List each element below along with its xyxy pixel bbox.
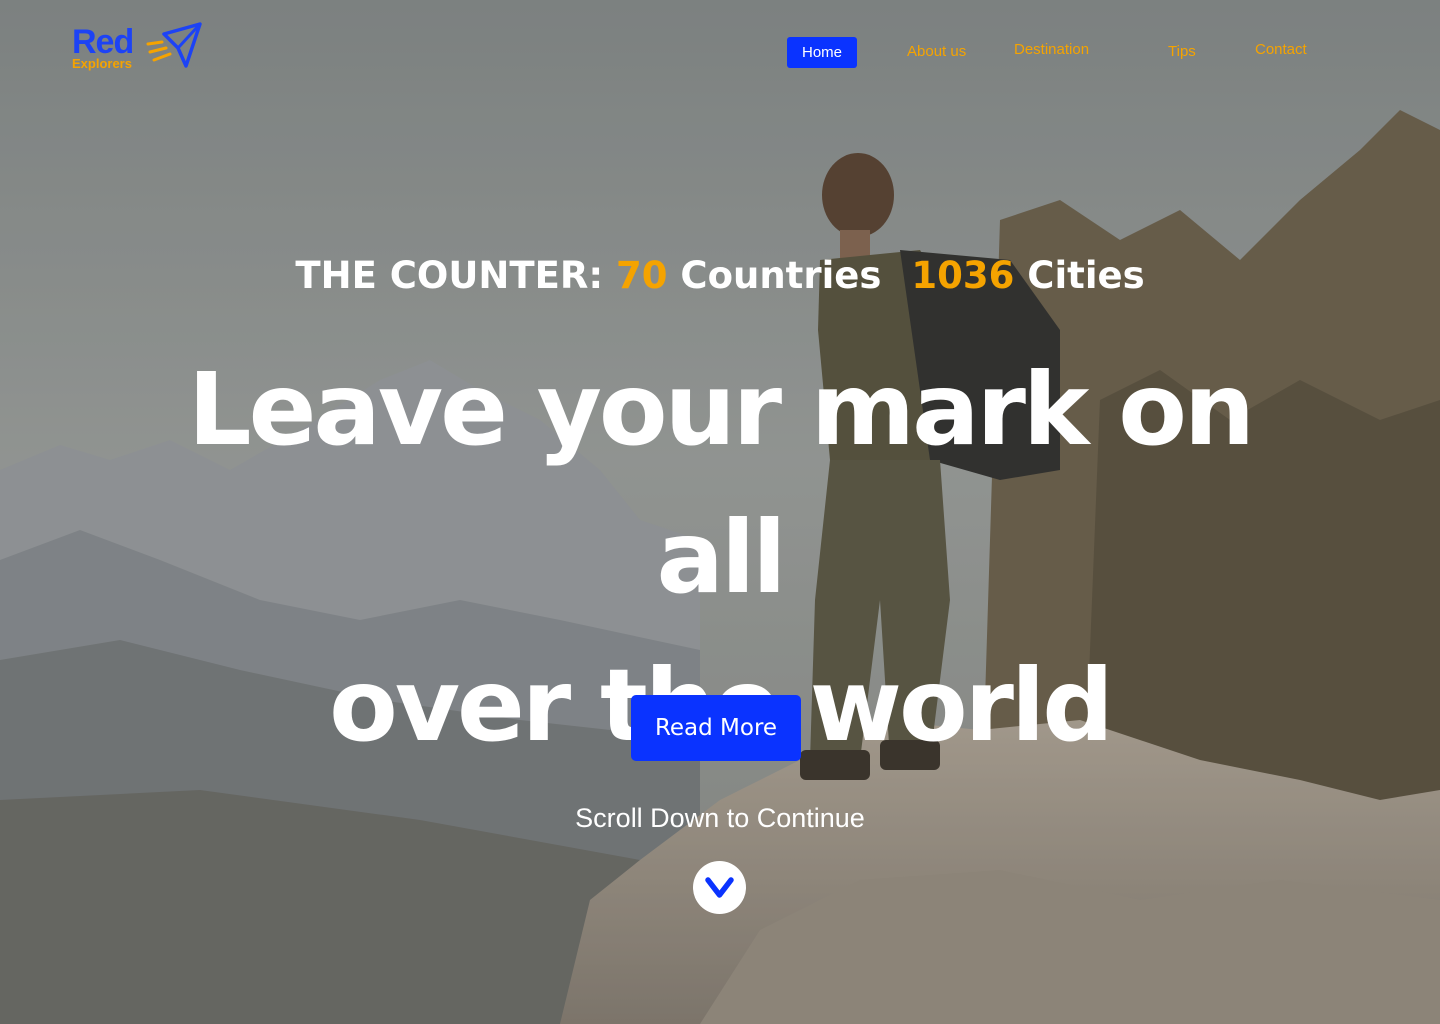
nav-item-about-us[interactable]: About us <box>907 42 966 62</box>
counter-label: THE COUNTER: <box>295 254 604 297</box>
cities-label: Cities <box>1027 254 1145 297</box>
countries-label: Countries <box>680 254 882 297</box>
nav-item-destination[interactable]: Destination <box>1014 40 1089 60</box>
chevron-down-icon <box>705 877 734 898</box>
cities-count: 1036 <box>911 254 1015 297</box>
brand-logo[interactable]: Red Explorers <box>72 22 202 74</box>
countries-count: 70 <box>616 254 668 297</box>
scroll-down-text: Scroll Down to Continue <box>575 803 865 833</box>
travel-counter: THE COUNTER: 70 Countries 1036 Cities <box>0 250 1440 302</box>
hero-headline-line1: Leave your mark on all <box>187 351 1255 616</box>
scroll-down-button[interactable] <box>693 861 746 914</box>
paper-plane-icon <box>146 22 202 68</box>
nav-item-home[interactable]: Home <box>787 37 857 68</box>
brand-tagline: Explorers <box>72 56 132 71</box>
nav-item-tips[interactable]: Tips <box>1168 42 1196 62</box>
read-more-button[interactable]: Read More <box>631 695 801 761</box>
nav-item-contact[interactable]: Contact <box>1255 40 1307 60</box>
hero-section: Red Explorers Home About us Destination … <box>0 0 1440 1024</box>
